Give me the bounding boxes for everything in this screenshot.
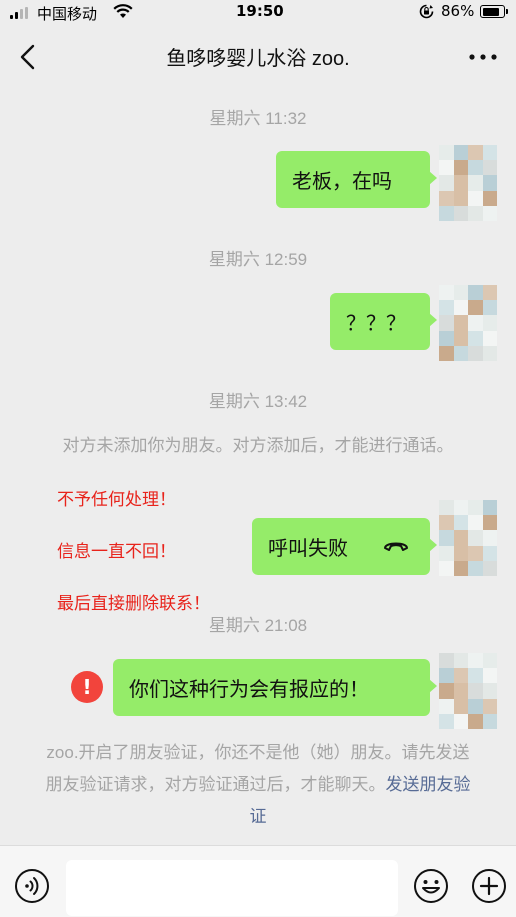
more-icon[interactable] [465, 46, 501, 68]
status-time: 19:50 [236, 2, 284, 20]
call-failed-bubble[interactable]: 呼叫失败 [252, 518, 437, 575]
message-text: 老板，在吗 [292, 171, 392, 193]
timestamp: 星期六 21:08 [208, 616, 308, 635]
message-bubble[interactable]: 你们这种行为会有报应的！ [113, 659, 437, 716]
orientation-lock-icon [419, 4, 434, 19]
message-text: 你们这种行为会有报应的！ [129, 679, 369, 701]
timestamp: 星期六 11:32 [209, 109, 307, 128]
back-icon[interactable] [17, 42, 41, 72]
input-bar [0, 845, 516, 917]
voice-icon[interactable] [14, 868, 50, 904]
emoji-icon[interactable] [413, 868, 449, 904]
message-text: ？？？ [346, 313, 406, 335]
message-bubble[interactable]: 老板，在吗 [276, 151, 437, 208]
send-failed-icon[interactable]: ! [71, 671, 103, 703]
avatar[interactable] [439, 653, 497, 729]
chat-title: 鱼哆哆婴儿水浴 zoo. [166, 48, 350, 70]
hangup-phone-icon [384, 542, 408, 551]
timestamp: 星期六 12:59 [208, 250, 308, 269]
plus-icon[interactable] [471, 868, 507, 904]
timestamp: 星期六 13:42 [208, 392, 308, 411]
battery-icon [480, 5, 508, 18]
message-input[interactable] [66, 860, 398, 916]
annotation-text: 信息一直不回！ [57, 542, 176, 561]
avatar[interactable] [439, 285, 497, 361]
battery-percent: 86% [441, 2, 475, 20]
avatar[interactable] [439, 500, 497, 576]
message-bubble[interactable]: ？？？ [330, 293, 437, 350]
carrier-name: 中国移动 [37, 5, 98, 23]
system-notice-not-friend: 对方未添加你为朋友。对方添加后，才能进行通话。 [40, 430, 476, 462]
nav-bar: 鱼哆哆婴儿水浴 zoo. [0, 28, 516, 86]
call-status-text: 呼叫失败 [268, 538, 348, 560]
avatar[interactable] [439, 145, 497, 221]
system-notice-text: 对方未添加你为朋友。对方添加后，才能进行通话。 [62, 436, 454, 455]
status-bar: 中国移动 19:50 86% [0, 0, 516, 28]
signal-icon [10, 7, 32, 19]
annotation-text: 不予任何处理！ [57, 490, 176, 509]
system-notice-verification: zoo.开启了朋友验证，你还不是他（她）朋友。请先发送朋友验证请求，对方验证通过… [40, 737, 476, 833]
wifi-icon [113, 4, 133, 18]
